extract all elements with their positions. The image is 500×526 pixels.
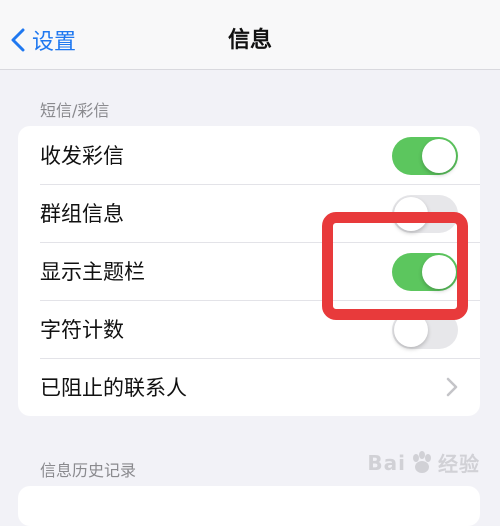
row-label: 群组信息 (40, 202, 124, 226)
settings-group-sms-mms: 收发彩信 群组信息 显示主题栏 字符计数 已阻止的联系人 (18, 126, 480, 416)
row-show-subject-field: 显示主题栏 (18, 242, 480, 300)
section-header-sms-mms: 短信/彩信 (40, 101, 110, 120)
group-messaging-toggle[interactable] (392, 195, 458, 233)
row-blocked-contacts[interactable]: 已阻止的联系人 (18, 358, 480, 416)
character-count-toggle[interactable] (392, 311, 458, 349)
row-label: 收发彩信 (40, 144, 124, 168)
settings-group-message-history (18, 486, 480, 526)
navigation-bar: 设置 信息 (0, 0, 500, 70)
row-character-count: 字符计数 (18, 300, 480, 358)
watermark-right: 经验 (438, 452, 480, 476)
toggle-knob (422, 255, 456, 289)
page-title: 信息 (227, 28, 272, 53)
row-label: 已阻止的联系人 (40, 376, 187, 400)
row-label: 字符计数 (40, 318, 124, 342)
toggle-knob (394, 197, 428, 231)
row-mms-messaging: 收发彩信 (18, 126, 480, 184)
toggle-knob (394, 313, 428, 347)
chevron-right-icon (446, 377, 458, 397)
mms-messaging-toggle[interactable] (392, 137, 458, 175)
row-group-messaging: 群组信息 (18, 184, 480, 242)
paw-icon (413, 450, 431, 473)
show-subject-field-toggle[interactable] (392, 253, 458, 291)
toggle-knob (422, 139, 456, 173)
row-label: 显示主题栏 (40, 260, 145, 284)
section-header-message-history: 信息历史记录 (40, 461, 137, 480)
watermark: Bai 经验 (367, 448, 480, 477)
watermark-left: Bai (367, 450, 406, 475)
